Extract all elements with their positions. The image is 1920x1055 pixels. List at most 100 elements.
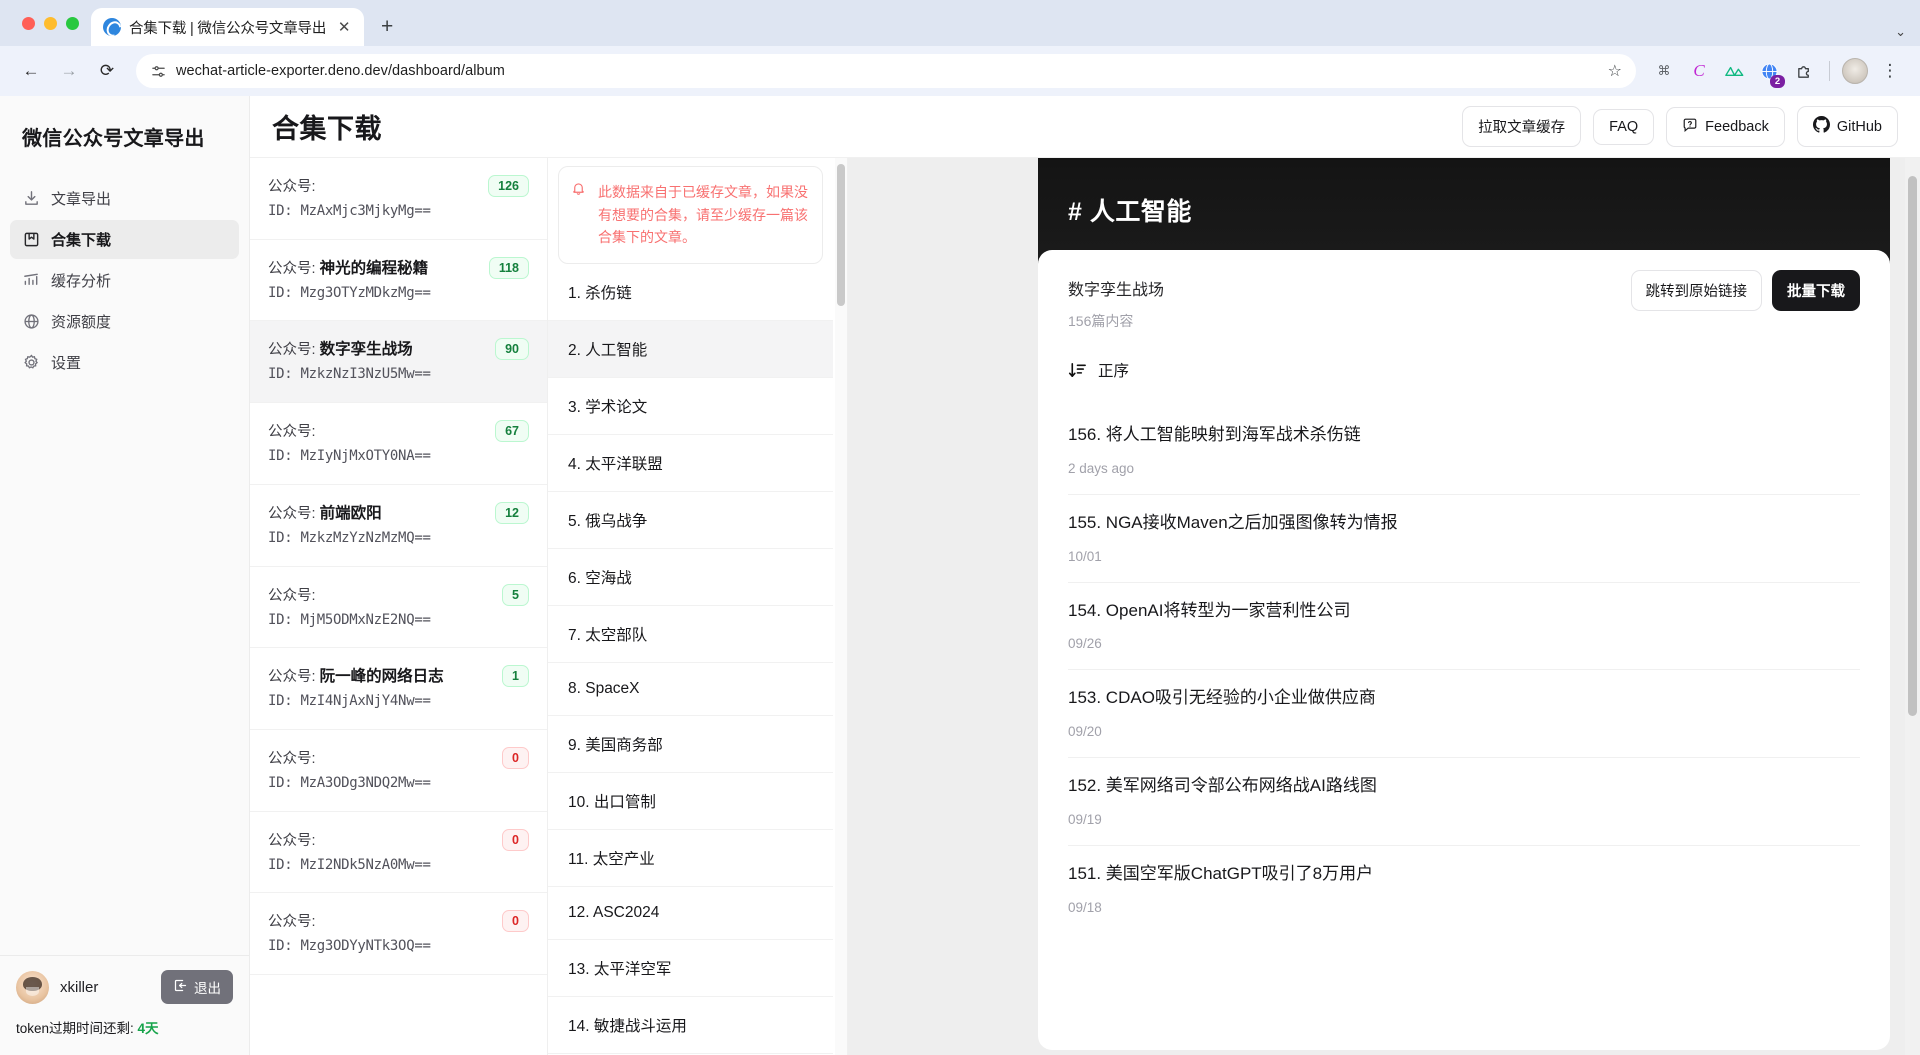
album-item[interactable]: 1. 杀伤链: [548, 264, 833, 322]
download-icon: [22, 190, 40, 208]
extensions-puzzle-icon[interactable]: [1788, 55, 1820, 87]
sidebar-item-cache-analysis[interactable]: 缓存分析: [10, 261, 239, 300]
article-item[interactable]: 156. 将人工智能映射到海军战术杀伤链 2 days ago: [1068, 407, 1860, 495]
sidebar-footer: xkiller 退出 token过期时间还剩: 4天: [0, 955, 249, 1055]
article-item[interactable]: 152. 美军网络司令部公布网络战AI路线图 09/19: [1068, 758, 1860, 846]
album-item[interactable]: 7. 太空部队: [548, 606, 833, 664]
forward-button[interactable]: →: [52, 54, 86, 88]
album-item[interactable]: 14. 敏捷战斗运用: [548, 997, 833, 1055]
account-id: ID: MzI4NjAxNjY4Nw==: [268, 693, 431, 710]
toolbar-icons: ⌘ C 2 ⋮: [1648, 55, 1906, 88]
bookmark-star-icon[interactable]: ☆: [1608, 61, 1622, 81]
account-item[interactable]: 公众号: ID: MzI2NDk5NzA0Mw== 0: [250, 811, 547, 894]
account-count-badge: 118: [488, 256, 529, 279]
album-item[interactable]: 12. ASC2024: [548, 887, 833, 941]
browser-window: 合集下载 | 微信公众号文章导出 ✕ + ⌄ ← → ⟳ wechat-arti…: [0, 0, 1920, 1055]
account-item[interactable]: 公众号: ID: MzIyNjMxOTY0NA== 67: [250, 403, 547, 485]
album-item[interactable]: 5. 俄乌战争: [548, 492, 833, 550]
album-item[interactable]: 13. 太平洋空军: [548, 940, 833, 998]
close-window-button[interactable]: [22, 16, 35, 30]
logout-label: 退出: [194, 981, 221, 996]
new-tab-button[interactable]: +: [372, 12, 402, 42]
account-item[interactable]: 公众号: ID: Mzg3ODYyNTk3OQ== 0: [250, 893, 547, 976]
globe-extension-icon[interactable]: 2: [1753, 55, 1785, 88]
batch-download-button[interactable]: 批量下载: [1772, 270, 1860, 311]
feedback-button[interactable]: Feedback: [1666, 106, 1785, 147]
mountain-extension-icon[interactable]: [1718, 55, 1750, 87]
sort-toggle[interactable]: 正序: [1068, 359, 1860, 381]
account-id: ID: MzA3ODg3NDQ2Mw==: [268, 774, 431, 791]
album-item[interactable]: 10. 出口管制: [548, 773, 833, 831]
profile-avatar[interactable]: [1839, 55, 1871, 87]
album-item-selected[interactable]: 2. 人工智能: [548, 321, 833, 379]
account-name: 公众号:: [268, 914, 316, 931]
album-item[interactable]: 6. 空海战: [548, 549, 833, 607]
article-date: 09/26: [1068, 636, 1102, 652]
sidebar-item-label: 缓存分析: [51, 273, 112, 290]
account-count-badge: 1: [502, 665, 529, 688]
window-controls[interactable]: [14, 0, 91, 46]
account-item[interactable]: 公众号: ID: MzA3ODg3NDQ2Mw== 0: [250, 729, 547, 812]
account-item[interactable]: 公众号: ID: MjM5ODMxNzE2NQ== 5: [250, 566, 547, 649]
album-hero-title: # 人工智能: [1068, 198, 1192, 226]
album-card: 数字孪生战场 156篇内容 跳转到原始链接 批量下载 正序 156. 将人工智能…: [1038, 250, 1890, 1050]
account-id: ID: Mzg3ODYyNTk3OQ==: [268, 938, 431, 955]
sidebar-item-album-download[interactable]: 合集下载: [10, 220, 239, 259]
account-item[interactable]: 公众号: 阮一峰的网络日志 ID: MzI4NjAxNjY4Nw== 1: [250, 648, 547, 730]
page-scrollbar[interactable]: [1905, 158, 1920, 1055]
maximize-window-button[interactable]: [66, 16, 79, 30]
close-tab-icon[interactable]: ✕: [334, 17, 354, 37]
bookmark-icon: [22, 231, 40, 249]
browser-tab[interactable]: 合集下载 | 微信公众号文章导出 ✕: [91, 8, 365, 46]
github-label: GitHub: [1836, 118, 1882, 135]
album-item[interactable]: 8. SpaceX: [548, 663, 833, 717]
tabstrip-right: ⌄: [1895, 24, 1920, 46]
c-extension-icon[interactable]: C: [1683, 55, 1715, 87]
album-item[interactable]: 4. 太平洋联盟: [548, 435, 833, 493]
article-item[interactable]: 154. OpenAI将转型为一家营利性公司 09/26: [1068, 583, 1860, 671]
minimize-window-button[interactable]: [44, 16, 57, 30]
albums-list: 此数据来自于已缓存文章，如果没有想要的合集，请至少缓存一篇该合集下的文章。 1.…: [548, 158, 847, 1055]
album-item[interactable]: 3. 学术论文: [548, 378, 833, 436]
account-count-badge: 90: [495, 338, 529, 361]
back-button[interactable]: ←: [14, 54, 48, 88]
account-item-selected[interactable]: 公众号: 数字孪生战场 ID: MzkzNzI3NzU5Mw== 90: [250, 321, 547, 404]
article-item[interactable]: 153. CDAO吸引无经验的小企业做供应商 09/20: [1068, 670, 1860, 759]
account-name: 公众号: 阮一峰的网络日志: [268, 668, 444, 686]
album-item[interactable]: 11. 太空产业: [548, 830, 833, 888]
sidebar-item-article-export[interactable]: 文章导出: [10, 179, 239, 218]
command-extension-icon[interactable]: ⌘: [1648, 55, 1680, 87]
accounts-pane: 公众号: ID: MzAxMjc3MjkyMg== 126 公众号: 神光的编程…: [250, 158, 548, 1055]
article-date: 10/01: [1068, 548, 1102, 564]
reload-button[interactable]: ⟳: [90, 54, 124, 88]
albums-scrollbar[interactable]: [835, 158, 847, 1055]
article-item[interactable]: 155. NGA接收Maven之后加强图像转为情报 10/01: [1068, 495, 1860, 583]
sidebar-item-settings[interactable]: 设置: [10, 343, 239, 382]
github-icon: [1812, 116, 1830, 137]
article-item[interactable]: 151. 美国空军版ChatGPT吸引了8万用户 09/18: [1068, 846, 1860, 933]
account-item[interactable]: 公众号: 前端欧阳 ID: MzkzMzYzNzMzMQ== 12: [250, 484, 547, 567]
album-item[interactable]: 9. 美国商务部: [548, 716, 833, 774]
avatar: [16, 970, 49, 1004]
logout-button[interactable]: 退出: [161, 970, 233, 1004]
github-button[interactable]: GitHub: [1796, 106, 1898, 147]
address-bar[interactable]: wechat-article-exporter.deno.dev/dashboa…: [136, 54, 1636, 88]
fetch-cache-button[interactable]: 拉取文章缓存: [1462, 106, 1582, 147]
fetch-cache-label: 拉取文章缓存: [1478, 120, 1566, 136]
browser-menu-icon[interactable]: ⋮: [1874, 55, 1906, 87]
globe-icon: [22, 313, 40, 331]
sidebar-item-resource-quota[interactable]: 资源额度: [10, 302, 239, 341]
token-prefix: token过期时间还剩:: [16, 1021, 134, 1036]
chevron-down-icon[interactable]: ⌄: [1895, 24, 1906, 40]
account-item[interactable]: 公众号: ID: MzAxMjc3MjkyMg== 126: [250, 158, 547, 240]
account-count-badge: 5: [502, 583, 529, 606]
faq-button[interactable]: FAQ: [1593, 108, 1655, 145]
token-expiry: token过期时间还剩: 4天: [16, 1017, 233, 1037]
account-item[interactable]: 公众号: 神光的编程秘籍 ID: Mzg3OTYzMDkzMg== 118: [250, 239, 547, 322]
album-detail-inner: # 人工智能 数字孪生战场 156篇内容 跳转到原始链接 批量下载 正序 156…: [1038, 158, 1890, 1055]
site-settings-icon[interactable]: [150, 63, 167, 80]
jump-to-source-button[interactable]: 跳转到原始链接: [1630, 270, 1762, 311]
account-name: 公众号:: [268, 587, 316, 604]
account-id: ID: MzI2NDk5NzA0Mw==: [268, 856, 431, 873]
user-row: xkiller 退出: [16, 970, 233, 1004]
